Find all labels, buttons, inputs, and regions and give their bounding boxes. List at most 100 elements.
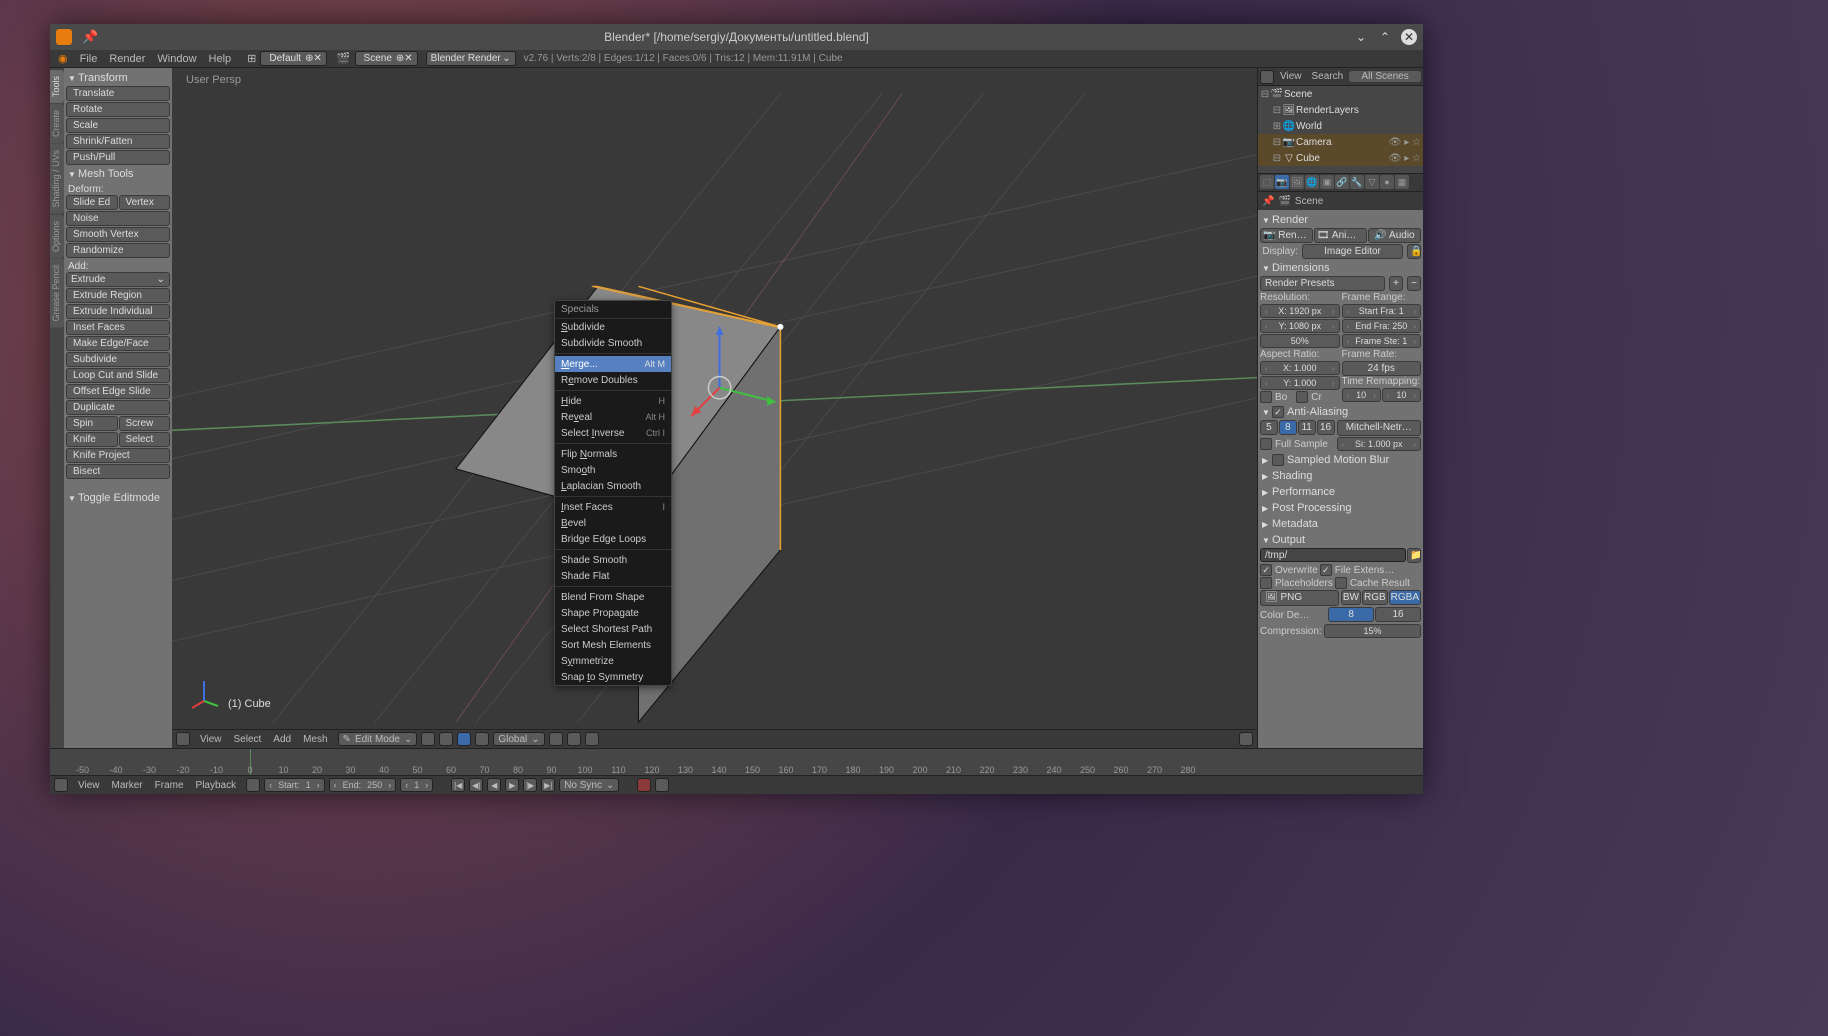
fps-selector[interactable]: 24 fps [1342, 361, 1422, 376]
tl-end-field[interactable]: ‹End:250› [329, 778, 397, 792]
render-preview-icon[interactable] [1239, 732, 1253, 746]
remap-old-field[interactable]: ‹10› [1342, 388, 1381, 402]
folder-browse-icon[interactable]: 📁 [1407, 548, 1421, 563]
outliner-search[interactable]: Search [1308, 71, 1348, 82]
add-make-edge-face-button[interactable]: Make Edge/Face [66, 336, 170, 351]
prev-keyframe-button[interactable]: ◀| [469, 778, 483, 792]
ctx-select-shortest-path[interactable]: Select Shortest Path [555, 621, 671, 637]
timeline-ruler[interactable]: -50-40-30-20-100102030405060708090100110… [50, 749, 1423, 775]
prop-tab-data[interactable]: ▽ [1365, 175, 1379, 189]
render-presets[interactable]: Render Presets [1260, 276, 1385, 291]
orientation-selector[interactable]: Global⌄ [493, 732, 544, 746]
extrude-dropdown[interactable]: Extrude⌄ [66, 272, 170, 287]
next-keyframe-button[interactable]: |▶ [523, 778, 537, 792]
ctx-inset-faces[interactable]: Inset FacesI [555, 499, 671, 515]
aa-sample-5[interactable]: 5 [1260, 420, 1278, 435]
tl-menu-view[interactable]: View [72, 780, 106, 791]
jump-start-button[interactable]: |◀ [451, 778, 465, 792]
vtab-create[interactable]: Create [50, 104, 64, 143]
ctx-blend-from-shape[interactable]: Blend From Shape [555, 589, 671, 605]
minimize-button[interactable]: ⌄ [1353, 29, 1369, 45]
aa-sample-16[interactable]: 16 [1317, 420, 1335, 435]
spin-screw-button[interactable]: Screw [119, 416, 171, 431]
deform-slide-ed-button[interactable]: Slide Ed [66, 195, 118, 210]
vp-menu-mesh[interactable]: Mesh [297, 734, 333, 745]
display-selector[interactable]: Image Editor [1302, 244, 1403, 259]
play-reverse-button[interactable]: ◀ [487, 778, 501, 792]
layout-icon[interactable]: ⊞ [245, 52, 258, 65]
ctx-symmetrize[interactable]: Symmetrize [555, 653, 671, 669]
maximize-button[interactable]: ⌃ [1377, 29, 1393, 45]
transform-header[interactable]: Transform [66, 70, 170, 86]
knife-knife-button[interactable]: Knife [66, 432, 118, 447]
shading-section-header[interactable]: Shading [1260, 468, 1421, 484]
channel-bw[interactable]: BW [1341, 590, 1361, 605]
add-inset-faces-button[interactable]: Inset Faces [66, 320, 170, 335]
knife-select-button[interactable]: Select [119, 432, 171, 447]
preset-add-icon[interactable]: + [1389, 276, 1403, 291]
pin-icon[interactable]: 📌 [82, 29, 98, 45]
full-sample-checkbox[interactable] [1260, 438, 1272, 450]
cache-checkbox[interactable] [1335, 577, 1347, 589]
prop-tab-render[interactable]: ⬚ [1260, 175, 1274, 189]
outliner-view[interactable]: View [1276, 71, 1306, 82]
output-path-field[interactable] [1260, 548, 1406, 562]
prop-tab-material[interactable]: ● [1380, 175, 1394, 189]
render-section-header[interactable]: Render [1260, 212, 1421, 228]
prop-tab-modifiers[interactable]: 🔧 [1350, 175, 1364, 189]
sampled-motion-blur-section-header[interactable]: Sampled Motion Blur [1260, 452, 1421, 468]
menu-file[interactable]: File [74, 53, 104, 65]
sync-selector[interactable]: No Sync⌄ [559, 778, 619, 792]
outliner-row-world[interactable]: ⊞🌐World [1258, 118, 1423, 134]
pin-icon[interactable]: 📌 [1262, 196, 1274, 207]
performance-section-header[interactable]: Performance [1260, 484, 1421, 500]
vp-menu-select[interactable]: Select [228, 734, 268, 745]
timeline-type-icon[interactable] [54, 778, 68, 792]
display-lock-icon[interactable]: 🔒 [1407, 244, 1421, 259]
add-duplicate-button[interactable]: Duplicate [66, 400, 170, 415]
menu-window[interactable]: Window [151, 53, 202, 65]
outliner-row-scene[interactable]: ⊟🎬Scene [1258, 86, 1423, 102]
close-button[interactable]: ✕ [1401, 29, 1417, 45]
render-render-button[interactable]: 📷 Render [1260, 228, 1313, 243]
engine-selector[interactable]: Blender Render⌄ [426, 51, 516, 66]
add-loop-cut-and-slide-button[interactable]: Loop Cut and Slide [66, 368, 170, 383]
ctx-snap-to-symmetry[interactable]: Snap to Symmetry [555, 669, 671, 685]
3d-viewport[interactable]: User Persp (1) Cube [172, 68, 1257, 748]
vtab-options[interactable]: Options [50, 215, 64, 258]
res-pct-field[interactable]: 50% [1260, 334, 1340, 348]
toggle-editmode-header[interactable]: Toggle Editmode [66, 490, 170, 506]
jump-end-button[interactable]: ▶| [541, 778, 555, 792]
meshtools-header[interactable]: Mesh Tools [66, 166, 170, 182]
outliner-type-icon[interactable] [1260, 70, 1274, 84]
menu-render[interactable]: Render [103, 53, 151, 65]
render-animatio-button[interactable]: 🎞 Animatio [1314, 228, 1367, 243]
transform-shrink-fatten-button[interactable]: Shrink/Fatten [66, 134, 170, 149]
prop-tab-layers[interactable]: 🖼 [1290, 175, 1304, 189]
preset-remove-icon[interactable]: − [1407, 276, 1421, 291]
menu-help[interactable]: Help [203, 53, 238, 65]
aa-section-header[interactable]: ✓Anti-Aliasing [1260, 404, 1421, 420]
add-extrude-individual-button[interactable]: Extrude Individual [66, 304, 170, 319]
transform-scale-button[interactable]: Scale [66, 118, 170, 133]
ctx-merge-[interactable]: Merge...Alt M [555, 356, 671, 372]
vtab-shading-uvs[interactable]: Shading / UVs [50, 144, 64, 214]
ctx-hide[interactable]: HideH [555, 393, 671, 409]
outliner-filter[interactable]: All Scenes [1349, 71, 1421, 82]
ctx-flip-normals[interactable]: Flip Normals [555, 446, 671, 462]
remap-new-field[interactable]: ‹10› [1382, 388, 1421, 402]
vtab-tools[interactable]: Tools [50, 70, 64, 103]
scene-selector[interactable]: Scene⊕✕ [355, 51, 418, 66]
ctx-bevel[interactable]: Bevel [555, 515, 671, 531]
tl-menu-frame[interactable]: Frame [149, 780, 190, 791]
knife-bisect-button[interactable]: Bisect [66, 464, 170, 479]
ctx-smooth[interactable]: Smooth [555, 462, 671, 478]
prop-tab-texture[interactable]: ▦ [1395, 175, 1409, 189]
ctx-reveal[interactable]: RevealAlt H [555, 409, 671, 425]
aspect-y-field[interactable]: ‹Y: 1.000› [1260, 376, 1340, 390]
tl-current-field[interactable]: ‹1› [400, 778, 433, 792]
channel-rgba[interactable]: RGBA [1389, 590, 1421, 605]
deform-smooth-vertex-button[interactable]: Smooth Vertex [66, 227, 170, 242]
pivot-icon[interactable] [439, 732, 453, 746]
res-x-field[interactable]: ‹X: 1920 px› [1260, 304, 1340, 318]
